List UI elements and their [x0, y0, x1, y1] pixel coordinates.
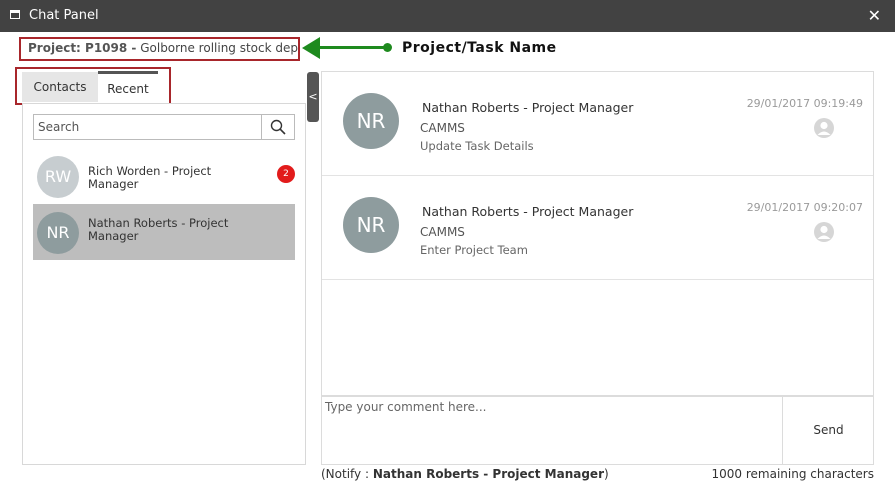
notify-name: Nathan Roberts - Project Manager: [372, 467, 604, 481]
send-button[interactable]: Send: [782, 397, 874, 464]
avatar: RW: [37, 156, 79, 198]
message-timestamp: 29/01/2017 09:19:49: [746, 97, 863, 110]
search-icon: [270, 119, 286, 135]
contact-name: Rich Worden - Project Manager: [88, 164, 212, 191]
tab-contacts[interactable]: Contacts: [22, 72, 98, 102]
remaining-characters: 1000 remaining characters: [711, 467, 874, 481]
message-action: Enter Project Team: [420, 243, 528, 257]
message-item: NR Nathan Roberts - Project Manager CAMM…: [322, 72, 873, 176]
tabs-highlight-box: Contacts Recent: [15, 67, 171, 105]
user-icon: [814, 222, 834, 242]
title-bar: Chat Panel ✕: [0, 0, 895, 32]
message-action: Update Task Details: [420, 139, 534, 153]
notify-text: (Notify : Nathan Roberts - Project Manag…: [321, 467, 609, 481]
annotation-arrow-line: [318, 46, 388, 49]
comment-box: Send: [321, 396, 874, 465]
contact-item[interactable]: RW Rich Worden - Project Manager 2: [33, 148, 295, 204]
message-timestamp: 29/01/2017 09:20:07: [746, 201, 863, 214]
annotation-arrow-dot: [383, 43, 392, 52]
unread-badge: 2: [277, 165, 295, 183]
window-title: Chat Panel: [29, 8, 99, 23]
collapse-panel-button[interactable]: <: [307, 72, 319, 122]
search-button[interactable]: [261, 115, 294, 139]
message-sender: Nathan Roberts - Project Manager: [422, 100, 634, 115]
avatar: NR: [343, 197, 399, 253]
contact-item-selected[interactable]: NR Nathan Roberts - Project Manager: [33, 204, 295, 260]
message-org: CAMMS: [420, 225, 465, 239]
annotation-label: Project/Task Name: [402, 40, 557, 56]
project-label: Project: P1098 -: [28, 41, 137, 55]
search-box: [33, 114, 295, 140]
avatar: NR: [37, 212, 79, 254]
message-org: CAMMS: [420, 121, 465, 135]
message-sender: Nathan Roberts - Project Manager: [422, 204, 634, 219]
notify-prefix: (Notify :: [321, 467, 370, 481]
contact-name: Nathan Roberts - Project Manager: [88, 216, 229, 243]
avatar: NR: [343, 93, 399, 149]
tab-recent[interactable]: Recent: [98, 71, 158, 103]
window-icon: [10, 10, 20, 19]
project-name-box: Project: P1098 - Golborne rolling stock …: [19, 37, 300, 61]
search-input[interactable]: [34, 115, 262, 139]
notify-suffix: ): [604, 467, 609, 481]
comment-input[interactable]: [322, 397, 781, 464]
project-name: Golborne rolling stock depot: [140, 41, 300, 55]
close-icon[interactable]: ✕: [868, 6, 881, 25]
message-item: NR Nathan Roberts - Project Manager CAMM…: [322, 176, 873, 280]
user-icon: [814, 118, 834, 138]
